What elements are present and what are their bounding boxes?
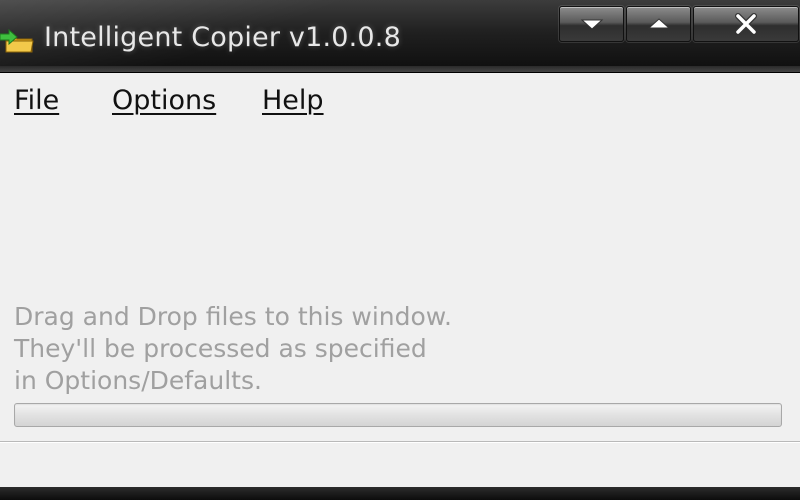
menu-bar: File Options Help: [0, 73, 800, 131]
window-frame-bottom: [0, 487, 800, 500]
title-bar[interactable]: Intelligent Copier v1.0.0.8: [0, 0, 800, 73]
app-window: Intelligent Copier v1.0.0.8 File Options…: [0, 0, 800, 500]
minimize-button[interactable]: [559, 6, 624, 42]
menu-file[interactable]: File: [14, 85, 59, 116]
drop-area[interactable]: Drag and Drop files to this window. They…: [0, 131, 800, 441]
menu-options[interactable]: Options: [112, 85, 216, 116]
window-title: Intelligent Copier v1.0.0.8: [44, 22, 401, 53]
drop-hint: Drag and Drop files to this window. They…: [14, 301, 452, 397]
drop-hint-line-2: They'll be processed as specified: [14, 334, 427, 363]
close-button[interactable]: [693, 6, 799, 42]
maximize-button[interactable]: [626, 6, 691, 42]
drop-hint-line-1: Drag and Drop files to this window.: [14, 302, 452, 331]
menu-help[interactable]: Help: [262, 85, 324, 116]
status-bar: [0, 441, 800, 488]
close-icon: [735, 13, 757, 35]
drop-hint-line-3: in Options/Defaults.: [14, 366, 262, 395]
caption-buttons: [559, 6, 799, 42]
maximize-icon: [647, 18, 670, 29]
minimize-icon: [580, 19, 603, 30]
progress-bar: [14, 403, 782, 427]
folder-arrow-icon[interactable]: [0, 26, 34, 54]
